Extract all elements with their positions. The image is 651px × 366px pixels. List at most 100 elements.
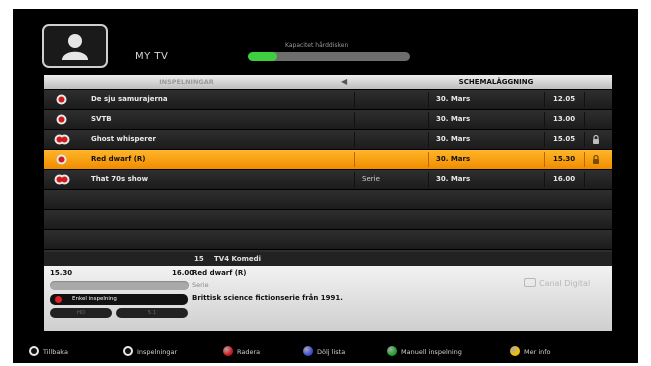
column-divider (354, 112, 355, 127)
page-title: MY TV (135, 51, 169, 62)
recording-title: SVTB (91, 115, 112, 123)
record-dot-icon (55, 296, 62, 303)
column-divider (354, 92, 355, 107)
user-icon (62, 34, 88, 60)
program-progress-bar (50, 281, 189, 290)
column-divider (428, 132, 429, 147)
blue-button-icon (303, 346, 313, 356)
program-genre: Serie (192, 281, 209, 289)
recording-time: 13.00 (553, 115, 576, 123)
footer-button-tillbaka[interactable]: Tillbaka (29, 345, 68, 359)
tab-recordings[interactable]: INSPELNINGAR (44, 75, 329, 89)
footer-button-label: Radera (237, 348, 261, 356)
footer-button-inspelningar[interactable]: Inspelningar (123, 345, 177, 359)
column-divider (544, 92, 545, 107)
footer-button-manuell-inspelning[interactable]: Manuell inspelning (387, 345, 462, 359)
record-single-icon (56, 114, 67, 125)
record-single-icon (56, 154, 67, 165)
recording-time: 16.00 (553, 175, 576, 183)
recording-row[interactable]: Ghost whisperer 30. Mars 15.05 (44, 130, 612, 149)
capacity-label: Kapacitet hårddisken (285, 42, 349, 49)
recording-row[interactable]: De sju samurajerna 30. Mars 12.05 (44, 90, 612, 109)
recording-time: 15.30 (553, 155, 576, 163)
column-divider (544, 132, 545, 147)
lock-icon (593, 155, 599, 164)
recording-date: 30. Mars (436, 95, 471, 103)
record-series-icon (54, 134, 70, 145)
start-time: 15.30 (50, 269, 73, 277)
green-button-icon (387, 346, 397, 356)
footer-button-label: Mer info (524, 348, 551, 356)
recording-date: 30. Mars (436, 135, 471, 143)
back-icon (29, 346, 39, 356)
column-divider (428, 92, 429, 107)
channel-number: 15 (194, 255, 204, 263)
recording-row[interactable]: Red dwarf (R) 30. Mars 15.30 (44, 150, 612, 169)
footer-button-radera[interactable]: Radera (223, 345, 260, 359)
column-divider (428, 112, 429, 127)
lock-icon (593, 135, 599, 144)
empty-row (44, 210, 612, 229)
record-single-icon (56, 94, 67, 105)
program-description: Brittisk science fictionserie från 1991. (192, 294, 343, 302)
recordings-icon (123, 346, 133, 356)
column-divider (584, 172, 585, 187)
button-legend: Tillbaka Inspelningar Radera Dölj lista Manu… (13, 345, 638, 359)
column-divider (354, 172, 355, 187)
recording-date: 30. Mars (436, 155, 471, 163)
recording-row[interactable]: SVTB 30. Mars 13.00 (44, 110, 612, 129)
footer-button-mer-info[interactable]: Mer info (510, 345, 551, 359)
tab-schedule[interactable]: SCHEMALÄGGNING (441, 75, 551, 89)
brand-name: Canal Digital (539, 279, 591, 288)
column-divider (584, 152, 585, 167)
column-divider (544, 152, 545, 167)
capacity-bar (248, 52, 410, 61)
footer-button-label: Tillbaka (43, 348, 68, 356)
recording-date: 30. Mars (436, 175, 471, 183)
recording-time: 15.05 (553, 135, 576, 143)
recording-title: Red dwarf (R) (91, 155, 146, 163)
yellow-button-icon (510, 346, 520, 356)
capacity-fill (248, 52, 278, 61)
column-divider (354, 152, 355, 167)
tab-bar: INSPELNINGAR ◀ SCHEMALÄGGNING (44, 75, 612, 89)
column-divider (354, 132, 355, 147)
recording-date: 30. Mars (436, 115, 471, 123)
column-divider (428, 152, 429, 167)
recording-title: De sju samurajerna (91, 95, 168, 103)
recording-type-label: Enkel inspelning (72, 296, 117, 302)
end-time: 16.00 (172, 269, 195, 277)
arrow-left-icon[interactable]: ◀ (341, 75, 347, 89)
recording-title: That 70s show (91, 175, 149, 183)
empty-row (44, 190, 612, 209)
column-divider (544, 112, 545, 127)
column-divider (584, 112, 585, 127)
red-button-icon (223, 346, 233, 356)
footer-button-label: Inspelningar (137, 348, 178, 356)
channel-bar: 15 TV4 Komedi (44, 252, 612, 266)
recording-genre: Serie (362, 175, 380, 183)
record-series-icon (54, 174, 70, 185)
channel-name: TV4 Komedi (214, 255, 262, 263)
column-divider (584, 132, 585, 147)
program-title: Red dwarf (R) (192, 269, 247, 277)
footer-button-dölj-lista[interactable]: Dölj lista (303, 345, 345, 359)
column-divider (428, 172, 429, 187)
footer-button-label: Dölj lista (317, 348, 346, 356)
info-panel: 15.30 16.00 Enkel inspelning HD 5.1 Red … (44, 266, 612, 331)
column-divider (544, 172, 545, 187)
recordings-list: De sju samurajerna 30. Mars 12.05 SVTB 30. M… (44, 90, 612, 270)
recording-title: Ghost whisperer (91, 135, 156, 143)
recording-row[interactable]: That 70s show Serie 30. Mars 16.00 (44, 170, 612, 189)
tv-screen: MY TV Kapacitet hårddisken INSPELNINGAR … (13, 9, 638, 363)
brand-mark-icon (524, 278, 536, 287)
footer-button-label: Manuell inspelning (401, 348, 462, 356)
recording-time: 12.05 (553, 95, 576, 103)
profile-avatar (42, 24, 108, 68)
brand-logo: Canal Digital (524, 278, 590, 288)
empty-row (44, 230, 612, 249)
audio-badge: 5.1 (116, 308, 188, 318)
column-divider (584, 92, 585, 107)
recording-type-badge: Enkel inspelning (50, 294, 188, 305)
hd-badge: HD (50, 308, 112, 318)
